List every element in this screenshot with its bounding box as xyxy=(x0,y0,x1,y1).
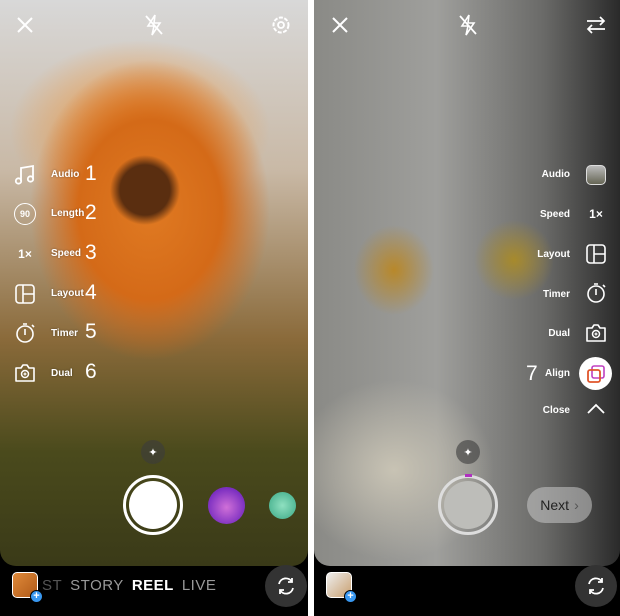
tool-label-speed[interactable]: Speed xyxy=(540,209,570,220)
gallery-thumbnail[interactable]: + xyxy=(12,572,43,603)
plus-icon: + xyxy=(344,590,357,603)
step-number: 1 xyxy=(85,162,97,185)
music-note-icon[interactable] xyxy=(13,163,37,187)
mode-reel[interactable]: REEL xyxy=(132,577,174,594)
gallery-thumbnail[interactable]: + xyxy=(326,572,357,603)
timer-icon[interactable] xyxy=(14,322,36,344)
flash-off-icon[interactable] xyxy=(456,13,480,37)
step-number: 3 xyxy=(85,241,97,264)
recording-progress-marker xyxy=(465,474,472,477)
effects-sparkle-icon[interactable]: ✦ xyxy=(456,440,480,464)
tool-label-align[interactable]: Align xyxy=(545,368,570,379)
layout-icon[interactable] xyxy=(14,283,36,305)
audio-thumbnail-icon[interactable] xyxy=(586,165,606,185)
timer-icon[interactable] xyxy=(585,282,607,304)
close-icon[interactable] xyxy=(329,14,351,36)
layout-icon[interactable] xyxy=(585,243,607,265)
camera-screen-right: Audio Speed 1× Layout Timer Dual 7 Align… xyxy=(314,0,620,616)
camera-preview: Audio 1 90 Length 2 1× Speed 3 Layout 4 … xyxy=(0,0,308,566)
camera-preview: Audio Speed 1× Layout Timer Dual 7 Align… xyxy=(314,0,620,566)
flip-camera-button[interactable] xyxy=(265,565,307,607)
tool-label-dual[interactable]: Dual xyxy=(548,328,570,339)
effect-filter-purple[interactable] xyxy=(208,487,245,524)
speed-value: 1× xyxy=(18,247,32,261)
length-icon[interactable]: 90 xyxy=(14,203,36,225)
align-icon[interactable] xyxy=(579,357,612,390)
next-button[interactable]: Next › xyxy=(527,487,592,523)
flip-camera-icon xyxy=(278,577,294,595)
mode-story[interactable]: STORY xyxy=(70,577,124,594)
step-number: 6 xyxy=(85,360,97,383)
close-icon[interactable] xyxy=(14,14,36,36)
record-button[interactable] xyxy=(123,475,183,535)
tool-label-audio[interactable]: Audio xyxy=(542,169,570,180)
flip-camera-icon xyxy=(588,577,604,595)
flash-off-icon[interactable] xyxy=(142,13,166,37)
mode-live[interactable]: LIVE xyxy=(182,577,217,594)
speed-icon[interactable]: 1× xyxy=(13,243,37,265)
tool-label-close[interactable]: Close xyxy=(543,405,570,416)
swap-arrows-icon[interactable] xyxy=(584,13,608,37)
effect-filter-green[interactable] xyxy=(269,492,296,519)
next-label: Next xyxy=(540,497,570,513)
camera-screen-left: Audio 1 90 Length 2 1× Speed 3 Layout 4 … xyxy=(0,0,308,616)
step-number: 4 xyxy=(85,281,97,304)
speed-icon[interactable]: 1× xyxy=(584,203,608,225)
tool-label-layout[interactable]: Layout xyxy=(537,249,570,260)
settings-icon[interactable] xyxy=(269,13,293,37)
length-value: 90 xyxy=(19,209,30,219)
record-button[interactable] xyxy=(438,475,498,535)
tool-label-audio[interactable]: Audio xyxy=(51,169,79,180)
tool-label-length[interactable]: Length xyxy=(51,208,84,219)
dual-camera-icon[interactable] xyxy=(585,322,607,344)
tool-label-speed[interactable]: Speed xyxy=(51,248,81,259)
tool-label-layout[interactable]: Layout xyxy=(51,288,84,299)
step-number: 2 xyxy=(85,201,97,224)
chevron-right-icon: › xyxy=(574,497,579,513)
step-number: 5 xyxy=(85,320,97,343)
step-number: 7 xyxy=(526,362,538,385)
effects-sparkle-icon[interactable]: ✦ xyxy=(141,440,165,464)
tool-label-timer[interactable]: Timer xyxy=(543,289,570,300)
speed-value: 1× xyxy=(589,207,603,221)
mode-post[interactable]: ST xyxy=(42,577,62,594)
flip-camera-button[interactable] xyxy=(575,565,617,607)
tool-label-dual[interactable]: Dual xyxy=(51,368,73,379)
mode-selector[interactable]: ST STORY REEL LIVE xyxy=(42,577,224,594)
chevron-up-icon[interactable] xyxy=(585,400,607,418)
tool-label-timer[interactable]: Timer xyxy=(51,328,78,339)
dual-camera-icon[interactable] xyxy=(14,362,36,384)
